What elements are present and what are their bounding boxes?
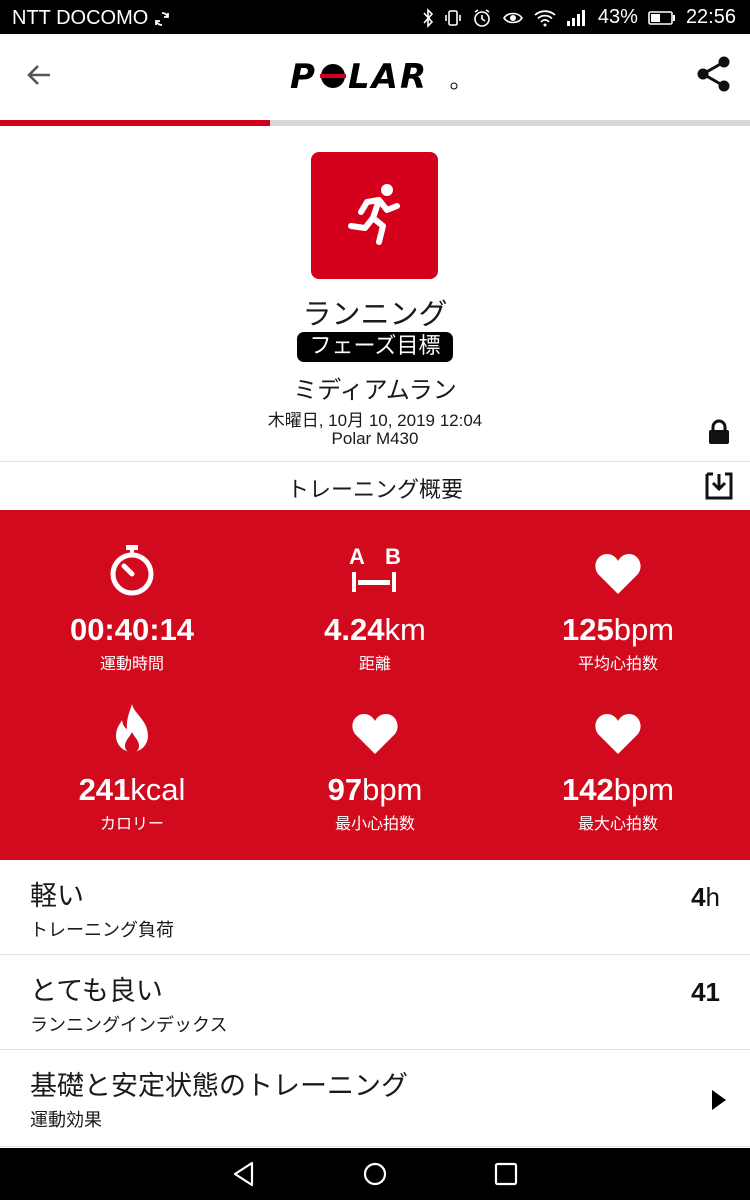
row-sub-text: 運動効果 [30, 1110, 102, 1131]
device-name: Polar M430 [331, 429, 419, 448]
svg-text:B: B [385, 544, 401, 569]
sport-name: ランニング [302, 297, 448, 331]
runner-icon [347, 183, 400, 245]
sport-tile [311, 152, 438, 279]
row-unit: h [705, 882, 720, 912]
status-icons: 43% 22:56 [422, 6, 736, 29]
stat-avg-heart-rate: 125bpm 平均心拍数 [493, 540, 743, 674]
distance-icon: A B [349, 544, 401, 592]
running-index-row[interactable]: とても良い ランニングインデックス 41 [0, 955, 750, 1049]
svg-text:A: A [349, 544, 365, 569]
phase-target-badge: フェーズ目標 [297, 332, 453, 362]
row-sub-text: ランニングインデックス [30, 1015, 228, 1036]
vibrate-icon [445, 9, 461, 26]
svg-text:LAR: LAR [348, 57, 428, 96]
row-main-text: 軽い [30, 881, 84, 912]
target-name: ミディアムラン [293, 376, 457, 404]
stat-unit: km [384, 612, 426, 647]
share-icon[interactable] [694, 54, 734, 94]
stat-max-heart-rate: 142bpm 最大心拍数 [493, 700, 743, 834]
heart-icon [595, 554, 641, 594]
stat-unit: bpm [613, 772, 675, 807]
signal-icon [566, 9, 585, 26]
nav-home-icon[interactable] [361, 1160, 389, 1188]
app-bar: P LAR [0, 34, 750, 120]
back-arrow-icon[interactable] [22, 58, 56, 92]
polar-logo: P LAR [290, 57, 458, 96]
session-date: 木曜日, 10月 10, 2019 12:04 [267, 411, 483, 430]
stat-calories: 241kcal カロリー [7, 700, 257, 834]
flame-icon [116, 704, 148, 753]
svg-text:P: P [290, 57, 317, 96]
stat-distance: A B 4.24km 距離 [250, 540, 500, 674]
session-header: ランニング フェーズ目標 ミディアムラン 木曜日, 10月 10, 2019 1… [0, 127, 750, 461]
stat-value: 4.24 [324, 612, 385, 647]
wifi-icon [534, 9, 556, 26]
stopwatch-icon [110, 545, 154, 596]
battery-percent: 43% [597, 6, 638, 28]
summary-title: トレーニング概要 [286, 478, 463, 503]
training-load-row[interactable]: 軽い トレーニング負荷 4h [0, 860, 750, 954]
stat-label: 最大心拍数 [577, 814, 658, 833]
row-main-text: 基礎と安定状態のトレーニング [30, 1071, 408, 1102]
row-main-text: とても良い [30, 976, 163, 1007]
lock-icon [709, 419, 729, 444]
eye-icon [502, 12, 523, 23]
chevron-right-icon[interactable] [708, 1088, 728, 1112]
battery-icon [648, 10, 675, 25]
carrier-name: NTT DOCOMO [12, 7, 149, 29]
nav-back-icon[interactable] [230, 1160, 258, 1188]
stat-value: 00:40:14 [69, 612, 195, 647]
stat-label: 距離 [358, 654, 391, 673]
stat-value: 125 [561, 612, 614, 647]
stat-value: 241 [78, 772, 131, 807]
divider [0, 1146, 750, 1147]
bluetooth-icon [423, 7, 434, 28]
stat-label: 運動時間 [99, 654, 164, 673]
session-progress-bar [0, 120, 750, 126]
sync-icon [155, 11, 170, 26]
stat-duration: 00:40:14 運動時間 [7, 540, 257, 674]
training-benefit-row[interactable]: 基礎と安定状態のトレーニング 運動効果 [0, 1050, 750, 1146]
row-value: 41 [691, 977, 720, 1007]
stat-label: 平均心拍数 [577, 654, 658, 673]
row-sub-text: トレーニング負荷 [30, 920, 174, 941]
row-value: 4 [691, 882, 706, 912]
heart-icon [595, 714, 641, 754]
alarm-icon [474, 8, 490, 27]
stat-label: 最小心拍数 [334, 814, 415, 833]
export-icon[interactable] [703, 470, 735, 502]
stat-unit: kcal [130, 772, 186, 807]
progress-fill [0, 120, 270, 126]
stat-value: 142 [561, 772, 614, 807]
stat-unit: bpm [613, 612, 675, 647]
stat-value: 97 [327, 772, 363, 807]
system-nav-bar [0, 1148, 750, 1200]
nav-recents-icon[interactable] [492, 1160, 520, 1188]
heart-icon [352, 714, 398, 754]
stats-panel: 00:40:14 運動時間 A B 4.24km 距離 125bpm 平均心拍数… [0, 510, 750, 860]
training-summary-bar: トレーニング概要 [0, 462, 750, 510]
clock: 22:56 [685, 6, 736, 28]
status-bar: NTT DOCOMO 43% 22:56 [0, 0, 750, 34]
stat-label: カロリー [99, 814, 164, 833]
stat-min-heart-rate: 97bpm 最小心拍数 [250, 700, 500, 834]
carrier-info: NTT DOCOMO [12, 7, 170, 30]
stat-unit: bpm [362, 772, 423, 807]
